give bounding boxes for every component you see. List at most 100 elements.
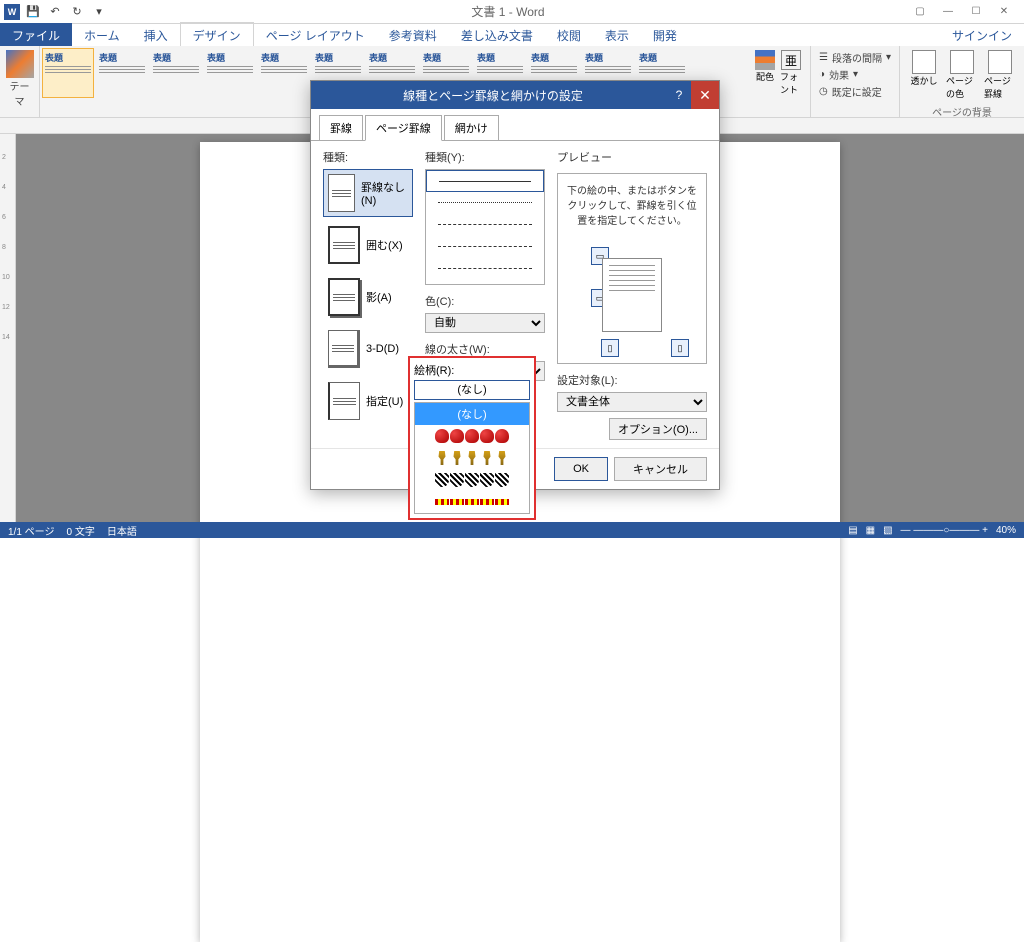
setting-box[interactable]: 囲む(X)	[323, 221, 413, 269]
colors-button[interactable]: 配色	[754, 50, 776, 113]
titlebar: W 💾 ↶ ↻ ▾ 文書 1 - Word ▢ — ☐ ✕	[0, 0, 1024, 24]
apply-label: 設定対象(L):	[557, 372, 707, 388]
gallery-item[interactable]: 表題	[204, 48, 256, 98]
edge-right-button[interactable]: ▯	[671, 339, 689, 357]
apply-select[interactable]: 文書全体	[557, 392, 707, 412]
signin-link[interactable]: サインイン	[952, 27, 1024, 44]
undo-button[interactable]: ↶	[46, 3, 64, 21]
statusbar: 1/1 ページ 0 文字 日本語 ▤ ▦ ▧ — ———○——— + 40%	[0, 522, 1024, 538]
gallery-item[interactable]: 表題	[258, 48, 310, 98]
gallery-item[interactable]: 表題	[96, 48, 148, 98]
box-icon	[328, 226, 360, 264]
redo-button[interactable]: ↻	[68, 3, 86, 21]
setting-label: 種類:	[323, 149, 413, 165]
zoom-level[interactable]: 40%	[996, 525, 1016, 536]
window-controls: ▢ — ☐ ✕	[908, 3, 1024, 21]
close-button[interactable]: ✕	[992, 3, 1016, 21]
effects-button[interactable]: ◑ 効果▾	[819, 67, 891, 82]
watermark-button[interactable]: 透かし	[908, 50, 940, 100]
dtab-page-borders[interactable]: ページ罫線	[365, 115, 442, 141]
vertical-ruler[interactable]: 2 4 6 8 10 12 14	[0, 134, 16, 522]
tab-review[interactable]: 校閲	[545, 23, 593, 48]
preview-diagram: ▭ ▭ ▯ ▯	[566, 235, 698, 355]
style-item[interactable]	[426, 214, 544, 236]
tab-view[interactable]: 表示	[593, 23, 641, 48]
view-read-icon[interactable]: ▦	[866, 525, 875, 536]
tab-references[interactable]: 参考資料	[377, 23, 449, 48]
page-borders-icon	[988, 50, 1012, 74]
word-icon: W	[4, 4, 20, 20]
formatting-group: 配色 亜フォント	[746, 46, 811, 117]
colors-icon	[755, 50, 775, 70]
tab-developer[interactable]: 開発	[641, 23, 689, 48]
dialog-close-button[interactable]: ✕	[691, 81, 719, 109]
tab-mailings[interactable]: 差し込み文書	[449, 23, 545, 48]
style-item[interactable]	[426, 258, 544, 280]
art-item-pattern[interactable]	[415, 469, 529, 491]
maximize-button[interactable]: ☐	[964, 3, 988, 21]
dialog-titlebar[interactable]: 線種とページ罫線と網かけの設定 ? ✕	[311, 81, 719, 109]
art-select[interactable]: (なし)	[414, 380, 530, 400]
color-select[interactable]: 自動	[425, 313, 545, 333]
zoom-slider[interactable]: — ———○——— +	[901, 525, 988, 536]
page-color-button[interactable]: ページの色	[946, 50, 978, 100]
bg-group-label: ページの背景	[908, 104, 1016, 119]
ok-button[interactable]: OK	[554, 457, 608, 481]
setting-3d[interactable]: 3-D(D)	[323, 325, 413, 373]
setting-none[interactable]: 罫線なし(N)	[323, 169, 413, 217]
view-print-icon[interactable]: ▤	[848, 525, 857, 536]
status-lang[interactable]: 日本語	[107, 523, 137, 538]
dtab-shading[interactable]: 網かけ	[444, 115, 499, 141]
set-default-button[interactable]: ◷ 既定に設定	[819, 84, 891, 99]
style-item[interactable]	[426, 170, 544, 192]
tab-design[interactable]: デザイン	[180, 22, 254, 48]
cancel-button[interactable]: キャンセル	[614, 457, 707, 481]
page-borders-button[interactable]: ページ罫線	[984, 50, 1016, 100]
preview-label: プレビュー	[557, 149, 707, 165]
ribbon-right: 配色 亜フォント ☰ 段落の間隔▾ ◑ 効果▾ ◷ 既定に設定 透かし ページの…	[746, 46, 1024, 117]
view-web-icon[interactable]: ▧	[883, 525, 892, 536]
fonts-icon: 亜	[781, 50, 801, 70]
theme-icon[interactable]	[6, 50, 34, 78]
preview-page-icon[interactable]	[602, 258, 662, 332]
status-page[interactable]: 1/1 ページ	[8, 523, 54, 538]
style-item[interactable]	[426, 192, 544, 214]
dtab-borders[interactable]: 罫線	[319, 115, 363, 141]
art-item-pattern[interactable]	[415, 447, 529, 469]
options-group: ☰ 段落の間隔▾ ◑ 効果▾ ◷ 既定に設定	[811, 46, 900, 117]
gallery-item[interactable]: 表題	[42, 48, 94, 98]
setting-custom[interactable]: 指定(U)	[323, 377, 413, 425]
art-item-none[interactable]: (なし)	[415, 403, 529, 425]
custom-icon	[328, 382, 360, 420]
minimize-button[interactable]: —	[936, 3, 960, 21]
threed-icon	[328, 330, 360, 368]
edge-left-button[interactable]: ▯	[601, 339, 619, 357]
save-button[interactable]: 💾	[24, 3, 42, 21]
gallery-item[interactable]: 表題	[150, 48, 202, 98]
style-item[interactable]	[426, 236, 544, 258]
ribbon-options-icon[interactable]: ▢	[908, 3, 932, 21]
art-dropdown-list[interactable]: (なし)	[414, 402, 530, 514]
tab-file[interactable]: ファイル	[0, 23, 72, 48]
page-color-icon	[950, 50, 974, 74]
theme-group: テーマ	[0, 46, 40, 117]
qat-customize-icon[interactable]: ▾	[90, 3, 108, 21]
art-dropdown-highlight: 絵柄(R): (なし) (なし)	[408, 356, 536, 520]
options-button[interactable]: オプション(O)...	[609, 418, 707, 440]
setting-column: 種類: 罫線なし(N) 囲む(X) 影(A) 3-D(D) 指定(U)	[323, 149, 413, 440]
status-words[interactable]: 0 文字	[66, 523, 94, 538]
style-list[interactable]	[425, 169, 545, 285]
preview-column: プレビュー 下の絵の中、またはボタンをクリックして、罫線を引く位置を指定してくだ…	[557, 149, 707, 440]
tab-insert[interactable]: 挿入	[132, 23, 180, 48]
art-item-pattern[interactable]	[415, 425, 529, 447]
watermark-icon	[912, 50, 936, 74]
setting-shadow[interactable]: 影(A)	[323, 273, 413, 321]
para-spacing-button[interactable]: ☰ 段落の間隔▾	[819, 50, 891, 65]
tab-layout[interactable]: ページ レイアウト	[254, 23, 377, 48]
fonts-button[interactable]: 亜フォント	[780, 50, 802, 113]
quick-access-toolbar: W 💾 ↶ ↻ ▾	[0, 3, 108, 21]
art-item-pattern[interactable]	[415, 491, 529, 513]
dialog-help-button[interactable]: ?	[667, 88, 691, 102]
dialog-tabs: 罫線 ページ罫線 網かけ	[311, 109, 719, 141]
tab-home[interactable]: ホーム	[72, 23, 132, 48]
